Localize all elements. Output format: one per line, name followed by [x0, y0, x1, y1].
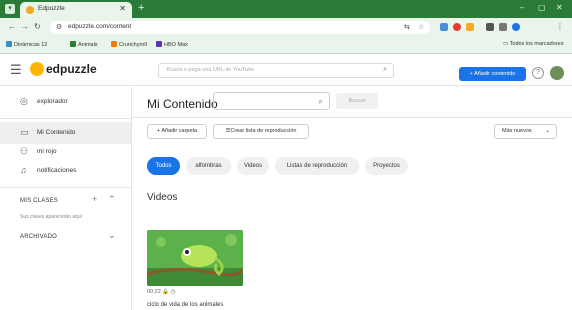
classes-empty-text: Sus clases aparecerán aquí	[20, 214, 82, 220]
lock-icon: 🔒	[162, 289, 171, 295]
tab-strip: ▾ Edpuzzle ✕ + – ▢ ✕	[0, 0, 572, 18]
page-title: Mi Contenido	[147, 97, 218, 111]
archived-heading[interactable]: ARCHIVADO	[20, 234, 57, 240]
bookmark-item[interactable]: Crunchyroll	[111, 41, 147, 48]
search-icon[interactable]: ⌕	[319, 97, 323, 107]
compass-icon: ◎	[20, 96, 28, 106]
folder-icon: ▭	[20, 127, 29, 137]
filter-videos[interactable]: Videos	[237, 157, 269, 175]
bookmarks-bar: Dinámicas 12 Animals Crunchyroll HBO Max…	[0, 37, 572, 54]
search-icon[interactable]: ⌕	[383, 66, 387, 74]
help-icon[interactable]: ?	[532, 67, 544, 79]
tab-close-icon[interactable]: ✕	[119, 4, 126, 13]
bookmark-favicon-icon	[111, 41, 117, 47]
sidebar-item-explorer[interactable]: ◎ explorador	[0, 91, 131, 113]
video-meta: 00:22 🔒 ◷	[147, 289, 176, 295]
browser-toolbar: ← → ↻ ⚙ edpuzzle.com/content ⇆ ☆ ⋮	[0, 18, 572, 37]
user-avatar[interactable]	[550, 66, 564, 80]
browser-menu-icon[interactable]: ⋮	[556, 22, 564, 31]
filter-playlists[interactable]: Listas de reproducción	[275, 157, 359, 175]
browser-tab[interactable]: Edpuzzle ✕	[20, 2, 132, 18]
extension-icon-3[interactable]	[466, 23, 474, 31]
reload-icon[interactable]: ↻	[34, 22, 41, 31]
bell-icon: ♫	[20, 165, 27, 175]
bookmark-item[interactable]: Animals	[70, 41, 98, 48]
filter-all[interactable]: Todos	[147, 157, 180, 175]
new-tab-button[interactable]: +	[138, 2, 144, 14]
add-content-button[interactable]: + Añadir contenido	[459, 67, 526, 81]
minimize-button[interactable]: –	[520, 3, 524, 12]
folder-icon: ▭	[503, 41, 510, 47]
bookmark-label: Animals	[78, 42, 98, 48]
bookmark-favicon-icon	[156, 41, 162, 47]
menu-icon[interactable]: ☰	[10, 63, 22, 76]
chevron-down-icon[interactable]: ⌄	[108, 230, 116, 241]
translate-icon[interactable]: ⇆	[404, 23, 410, 31]
tab-title: Edpuzzle	[38, 5, 65, 12]
videos-section-heading: Videos	[147, 192, 178, 203]
filter-projects[interactable]: Proyectos	[365, 157, 408, 175]
back-icon[interactable]: ←	[8, 22, 16, 31]
create-playlist-label: Crear lista de reproducción	[230, 128, 297, 134]
bookmark-label: HBO Max	[164, 42, 188, 48]
all-bookmarks-folder[interactable]: ▭ Todos los marcadores	[503, 41, 563, 47]
sidebar-item-notifications[interactable]: ♫ notificaciones	[0, 160, 131, 182]
filter-rugs[interactable]: alfombras	[186, 157, 231, 175]
all-bookmarks-label: Todos los marcadores	[509, 41, 564, 47]
sidebar-item-label: explorador	[37, 98, 68, 105]
sidebar-item-label: mi rojo	[37, 148, 57, 155]
bookmark-label: Dinámicas 12	[14, 42, 48, 48]
video-thumbnail[interactable]	[147, 230, 243, 286]
tab-search-icon[interactable]: ▾	[5, 4, 15, 14]
sidebar-divider	[0, 118, 131, 119]
search-button[interactable]: Buscar	[336, 93, 378, 109]
chameleon-illustration	[147, 230, 243, 286]
site-info-icon[interactable]: ⚙	[56, 23, 62, 31]
app-logo[interactable]: edpuzzle	[46, 62, 97, 76]
tab-favicon-icon	[26, 6, 34, 14]
extension-icon-2[interactable]	[453, 23, 461, 31]
my-classes-heading: MIS CLASES	[20, 198, 59, 204]
bookmark-label: Crunchyroll	[119, 42, 147, 48]
bookmark-star-icon[interactable]: ☆	[418, 23, 424, 31]
bookmark-item[interactable]: Dinámicas 12	[6, 41, 47, 48]
edpuzzle-logo-icon	[30, 62, 44, 76]
sidebar-item-label: Mi Contenido	[37, 129, 76, 136]
chevron-down-icon: ⌄	[544, 128, 550, 134]
top-search-placeholder: Busca o pega una URL de YouTube	[167, 67, 255, 73]
extension-icon-1[interactable]	[440, 23, 448, 31]
people-icon: ⚇	[20, 146, 29, 156]
clock-icon: ◷	[170, 289, 176, 295]
header-divider	[132, 117, 572, 118]
download-icon[interactable]	[486, 23, 494, 31]
close-window-button[interactable]: ✕	[556, 3, 563, 12]
sidebar-divider	[0, 187, 131, 188]
bookmark-item[interactable]: HBO Max	[156, 41, 188, 48]
side-panel-icon[interactable]	[499, 23, 507, 31]
video-duration: 00:22	[147, 289, 161, 295]
sort-select[interactable]: Más nuevos ⌄	[494, 124, 557, 139]
bookmark-favicon-icon	[70, 41, 76, 47]
add-folder-button[interactable]: + Añadir carpeta	[147, 124, 207, 139]
profile-icon[interactable]	[512, 23, 520, 31]
add-class-icon[interactable]: +	[92, 194, 97, 204]
content-search-input[interactable]: ⌕	[213, 92, 330, 110]
top-search-input[interactable]: Busca o pega una URL de YouTube ⌕	[158, 63, 394, 78]
url-text: edpuzzle.com/content	[68, 23, 132, 30]
create-playlist-button[interactable]: ☰Crear lista de reproducción	[213, 124, 309, 139]
forward-icon[interactable]: →	[21, 22, 29, 31]
video-title[interactable]: ciclo de vida de los animales	[147, 302, 223, 308]
sidebar-item-label: notificaciones	[37, 167, 77, 174]
browser-chrome: ▾ Edpuzzle ✕ + – ▢ ✕ ← → ↻ ⚙ edpuzzle.co…	[0, 0, 572, 54]
address-bar[interactable]: ⚙ edpuzzle.com/content ⇆ ☆	[50, 21, 430, 34]
maximize-button[interactable]: ▢	[538, 3, 546, 12]
sidebar: ◎ explorador ▭ Mi Contenido ⚇ mi rojo ♫ …	[0, 87, 132, 310]
bookmark-favicon-icon	[6, 41, 12, 47]
sort-label: Más nuevos	[502, 128, 532, 134]
chevron-up-icon[interactable]: ⌃	[108, 194, 116, 205]
